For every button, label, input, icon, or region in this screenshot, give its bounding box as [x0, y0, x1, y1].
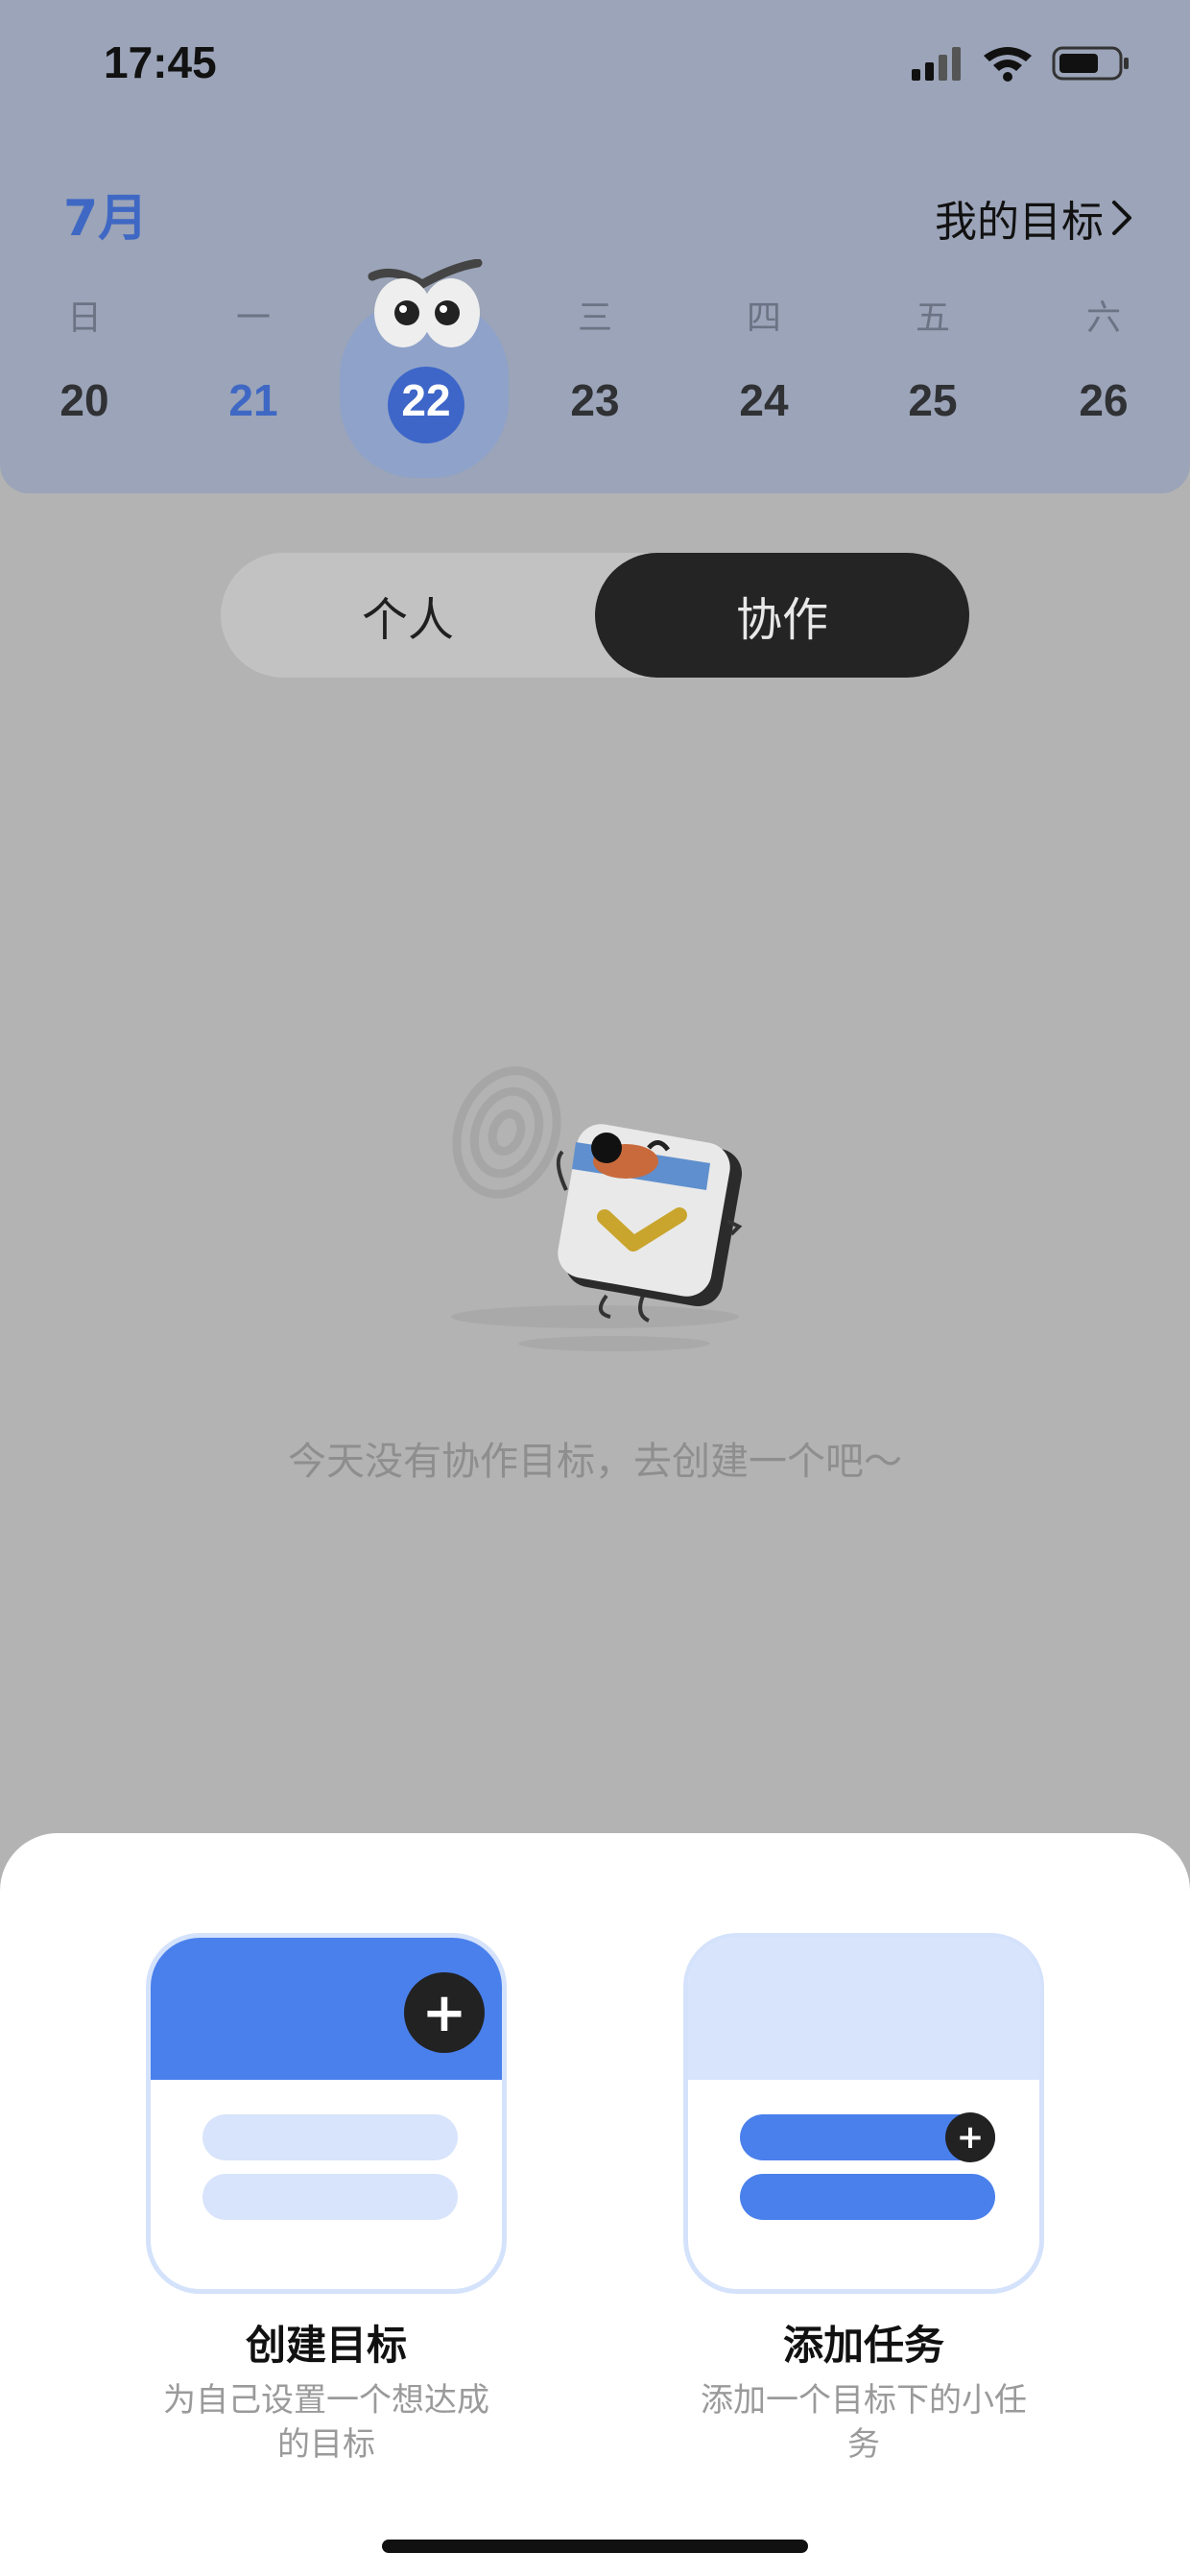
- weekday-mon: 一: [235, 298, 271, 338]
- add-task-desc-line2: 务: [847, 2425, 880, 2464]
- weekday-sun: 日: [66, 298, 102, 338]
- empty-state-illustration: [451, 1066, 743, 1351]
- create-goal-title: 创建目标: [245, 2322, 407, 2369]
- calendar-header: 17:45 7月 我的目标 日 一 三 四 五 六 20 21 22 23 24…: [0, 0, 1190, 493]
- create-goal-desc: 为自己设置一个想达成 的目标: [146, 2378, 507, 2467]
- segmented-control: 个人 协作: [221, 553, 969, 678]
- date-23[interactable]: 23: [537, 374, 653, 426]
- my-goals-link[interactable]: 我的目标: [935, 187, 1134, 249]
- card-header-light: [688, 1938, 1039, 2080]
- month-label[interactable]: 7月: [63, 178, 148, 250]
- empty-state-message: 今天没有协作目标，去创建一个吧～: [288, 1440, 902, 1484]
- home-indicator[interactable]: [382, 2540, 808, 2553]
- add-task-title: 添加任务: [782, 2322, 944, 2369]
- weekday-fri: 五: [915, 298, 950, 338]
- mascot-eyes-icon: [368, 259, 483, 347]
- date-26[interactable]: 26: [1046, 374, 1161, 426]
- placeholder-bar: [202, 2114, 458, 2160]
- weekday-wed: 三: [577, 298, 612, 338]
- date-21[interactable]: 21: [196, 374, 311, 426]
- battery-icon: [1052, 46, 1129, 81]
- wifi-icon: [984, 47, 1032, 82]
- add-task-card[interactable]: +: [683, 1933, 1044, 2294]
- signal-icon: [912, 47, 961, 81]
- chevron-right-icon: [1112, 201, 1131, 235]
- placeholder-bar: [202, 2174, 458, 2220]
- mascot-checklist-icon: [556, 1124, 743, 1323]
- date-20[interactable]: 20: [27, 374, 142, 426]
- date-22-selected[interactable]: 22: [369, 374, 484, 426]
- plus-icon: +: [404, 1972, 485, 2053]
- date-24[interactable]: 24: [706, 374, 821, 426]
- add-task-desc: 添加一个目标下的小任 务: [683, 2378, 1044, 2467]
- status-icons: [912, 46, 1129, 82]
- create-goal-desc-line2: 的目标: [277, 2425, 375, 2464]
- weekday-thu: 四: [746, 298, 781, 338]
- tab-personal[interactable]: 个人: [221, 553, 595, 678]
- status-time: 17:45: [104, 37, 217, 87]
- date-25[interactable]: 25: [875, 374, 990, 426]
- create-goal-desc-line1: 为自己设置一个想达成: [163, 2381, 489, 2420]
- target-icon: [452, 1066, 561, 1199]
- create-goal-card[interactable]: +: [146, 1933, 507, 2294]
- weekday-sat: 六: [1085, 298, 1121, 338]
- tab-collab[interactable]: 协作: [595, 553, 969, 678]
- plus-icon: +: [945, 2112, 995, 2162]
- task-bar: [740, 2174, 995, 2220]
- my-goals-label: 我的目标: [935, 198, 1104, 247]
- status-bar: 17:45: [0, 0, 1190, 134]
- add-task-desc-line1: 添加一个目标下的小任: [701, 2381, 1027, 2420]
